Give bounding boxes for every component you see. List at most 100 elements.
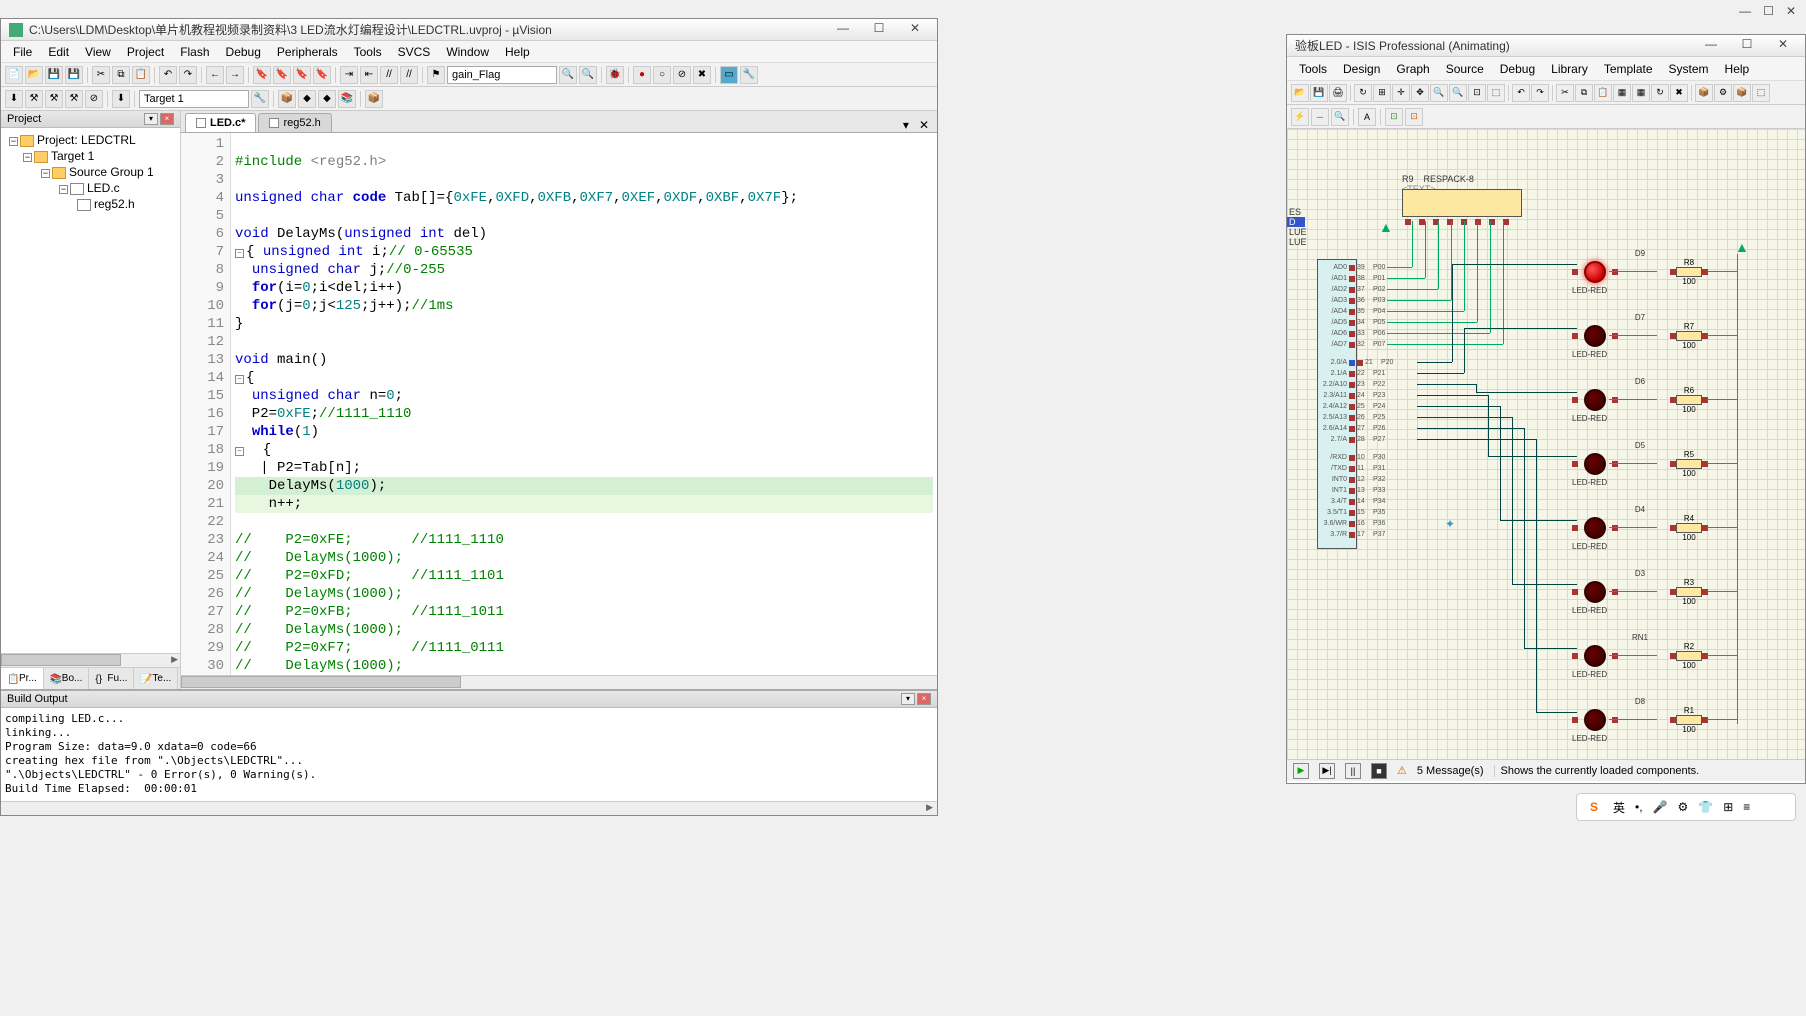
- output-text[interactable]: compiling LED.c... linking... Program Si…: [1, 708, 937, 801]
- menu-flash[interactable]: Flash: [172, 43, 217, 61]
- mcu-pin[interactable]: AD039P00: [1317, 264, 1385, 271]
- tab-close-icon[interactable]: ✕: [915, 118, 933, 132]
- save-icon[interactable]: 💾: [1310, 84, 1328, 102]
- led-row[interactable]: D8R1100LED-RED: [1572, 697, 1708, 743]
- find-in-files-icon[interactable]: 🔍: [579, 66, 597, 84]
- isis-titlebar[interactable]: 验板LED - ISIS Professional (Animating) — …: [1287, 35, 1805, 57]
- tab-dropdown-icon[interactable]: ▾: [899, 118, 913, 132]
- menu-tools[interactable]: Tools: [1291, 60, 1335, 78]
- flag-icon[interactable]: ⚑: [427, 66, 445, 84]
- ime-logo-icon[interactable]: S: [1585, 798, 1603, 816]
- mcu-pin[interactable]: /RXD10P30: [1317, 454, 1385, 461]
- file-ext-icon[interactable]: ◆: [318, 90, 336, 108]
- undo-icon[interactable]: ↶: [159, 66, 177, 84]
- menu-project[interactable]: Project: [119, 43, 172, 61]
- schematic-canvas[interactable]: ES D LUE LUE R9 RESPACK-8 <TEXT> ▲ ▲: [1287, 129, 1805, 759]
- mcu-pin[interactable]: 3.7/R17P37: [1317, 531, 1385, 538]
- zoom-all-icon[interactable]: ⊡: [1468, 84, 1486, 102]
- paste-icon[interactable]: 📋: [1594, 84, 1612, 102]
- led-row[interactable]: D5R5100LED-RED: [1572, 441, 1708, 487]
- copy-icon[interactable]: ⧉: [112, 66, 130, 84]
- project-tab[interactable]: {}Fu...: [89, 668, 134, 689]
- tree-hscroll[interactable]: ▶: [1, 653, 180, 667]
- ime-toolbar[interactable]: S 英 •, 🎤 ⚙ 👕 ⊞ ≡: [1576, 793, 1796, 821]
- mcu-pin[interactable]: /AD534P05: [1317, 319, 1385, 326]
- breakpoint-clear-icon[interactable]: ✖: [693, 66, 711, 84]
- menu-peripherals[interactable]: Peripherals: [269, 43, 346, 61]
- config-icon[interactable]: 🔧: [740, 66, 758, 84]
- tree-file-led[interactable]: −LED.c: [5, 180, 176, 196]
- cut-icon[interactable]: ✂: [92, 66, 110, 84]
- nav-fwd-icon[interactable]: →: [226, 66, 244, 84]
- close-button[interactable]: ✕: [1769, 37, 1797, 55]
- target-select[interactable]: [139, 90, 249, 108]
- build-icon[interactable]: ⚒: [25, 90, 43, 108]
- code-body[interactable]: #include <reg52.h>unsigned char code Tab…: [231, 133, 937, 675]
- menu-template[interactable]: Template: [1596, 60, 1661, 78]
- maximize-button[interactable]: ☐: [865, 21, 893, 39]
- redo-icon[interactable]: ↷: [179, 66, 197, 84]
- menu-help[interactable]: Help: [497, 43, 538, 61]
- led-row[interactable]: RN1R2100LED-RED: [1572, 633, 1708, 679]
- menu-debug[interactable]: Debug: [218, 43, 269, 61]
- led-row[interactable]: D9R8100LED-RED: [1572, 249, 1708, 295]
- output-hscroll[interactable]: ▶: [1, 801, 937, 815]
- menu-source[interactable]: Source: [1438, 60, 1492, 78]
- grid-icon[interactable]: ⊞: [1373, 84, 1391, 102]
- ime-menu-icon[interactable]: ≡: [1743, 800, 1750, 814]
- menu-debug[interactable]: Debug: [1492, 60, 1543, 78]
- menu-tools[interactable]: Tools: [346, 43, 390, 61]
- maximize-button[interactable]: ☐: [1763, 4, 1774, 20]
- undo-icon[interactable]: ↶: [1512, 84, 1530, 102]
- tree-file-reg52[interactable]: reg52.h: [5, 196, 176, 212]
- batch-build-icon[interactable]: ⚒: [65, 90, 83, 108]
- download-icon[interactable]: ⬇: [112, 90, 130, 108]
- zoom-out-icon[interactable]: 🔍: [1449, 84, 1467, 102]
- toggle-excite-icon[interactable]: ⚡: [1291, 108, 1309, 126]
- maximize-button[interactable]: ☐: [1733, 37, 1761, 55]
- save-icon[interactable]: 💾: [45, 66, 63, 84]
- menu-graph[interactable]: Graph: [1388, 60, 1437, 78]
- mcu-pin[interactable]: INT012P32: [1317, 476, 1385, 483]
- books-icon[interactable]: 📚: [338, 90, 356, 108]
- ime-mic-icon[interactable]: 🎤: [1653, 800, 1668, 814]
- menu-view[interactable]: View: [77, 43, 119, 61]
- close-button[interactable]: ✕: [1786, 4, 1796, 20]
- netlist-icon[interactable]: ⊡: [1385, 108, 1403, 126]
- editor-hscroll[interactable]: [181, 675, 937, 689]
- mcu-pin[interactable]: INT113P33: [1317, 487, 1385, 494]
- rebuild-icon[interactable]: ⚒: [45, 90, 63, 108]
- mcu-pin[interactable]: /AD237P02: [1317, 286, 1385, 293]
- editor-tab[interactable]: LED.c*: [185, 113, 256, 132]
- code-editor[interactable]: 1234567891011121314151617181920212223242…: [181, 133, 937, 675]
- target-options-icon[interactable]: 🔧: [251, 90, 269, 108]
- window-icon[interactable]: ▭: [720, 66, 738, 84]
- tree-group[interactable]: −Source Group 1: [5, 164, 176, 180]
- outdent-icon[interactable]: ⇤: [360, 66, 378, 84]
- new-file-icon[interactable]: 📄: [5, 66, 23, 84]
- block-copy-icon[interactable]: ▦: [1613, 84, 1631, 102]
- menu-file[interactable]: File: [5, 43, 40, 61]
- mcu-pin[interactable]: /TXD11P31: [1317, 465, 1385, 472]
- mcu-pin[interactable]: /AD336P03: [1317, 297, 1385, 304]
- breakpoint-disable-icon[interactable]: ○: [653, 66, 671, 84]
- led-row[interactable]: D7R7100LED-RED: [1572, 313, 1708, 359]
- project-tab[interactable]: 📚Bo...: [44, 668, 90, 689]
- block-rotate-icon[interactable]: ↻: [1651, 84, 1669, 102]
- find-icon[interactable]: 🔍: [559, 66, 577, 84]
- print-icon[interactable]: 🖨: [1329, 84, 1347, 102]
- output-pin-icon[interactable]: ▾: [901, 693, 915, 705]
- sim-pause-button[interactable]: ||: [1345, 763, 1361, 779]
- mcu-pin[interactable]: 3.5/T115P35: [1317, 509, 1385, 516]
- led-row[interactable]: D3R3100LED-RED: [1572, 569, 1708, 615]
- minimize-button[interactable]: —: [829, 21, 857, 39]
- editor-tab[interactable]: reg52.h: [258, 113, 331, 132]
- find-combo[interactable]: [447, 66, 557, 84]
- uvision-titlebar[interactable]: C:\Users\LDM\Desktop\单片机教程视频录制资料\3 LED流水…: [1, 19, 937, 41]
- cut-icon[interactable]: ✂: [1556, 84, 1574, 102]
- sim-step-button[interactable]: ▶|: [1319, 763, 1335, 779]
- menu-help[interactable]: Help: [1717, 60, 1758, 78]
- pick-icon[interactable]: 📦: [1695, 84, 1713, 102]
- tree-target[interactable]: −Target 1: [5, 148, 176, 164]
- led-row[interactable]: D4R4100LED-RED: [1572, 505, 1708, 551]
